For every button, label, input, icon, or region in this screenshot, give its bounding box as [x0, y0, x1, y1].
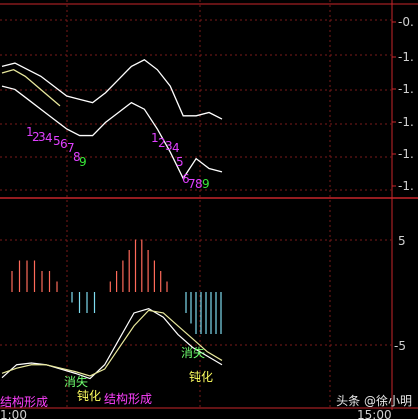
sequence-count-label: 9	[79, 155, 87, 169]
y-tick-label: -1.	[398, 179, 414, 193]
divergence-chart: -0.-1.-1.-1.-1.-1.123 4 5 6 7891 2 3 4567 8 9 5-5…	[0, 0, 418, 419]
annotation-label: 消失	[64, 374, 88, 389]
annotation-label: 结构形成	[104, 391, 152, 406]
annotation-label: 结构形成	[0, 394, 48, 409]
macd-line-1	[1, 309, 223, 377]
y-tick-label: -0.	[398, 15, 414, 29]
watermark: 头条 @徐小明	[336, 394, 412, 408]
sequence-count-label: 4	[45, 131, 53, 145]
y-tick-label: -5	[394, 339, 406, 353]
annotation-label: 消失	[181, 345, 205, 360]
annotation-label: 钝化	[189, 370, 213, 384]
x-tick-label: 15:00	[357, 408, 392, 419]
sequence-count-label: 5	[176, 155, 184, 169]
x-tick-label: 1:00	[0, 408, 27, 419]
price-panel: -0.-1.-1.-1.-1.-1.123 4 5 6 7891 2 3 4567 8 9	[1, 15, 414, 193]
annotation-label: 钝化	[77, 389, 101, 403]
y-tick-label: 5	[398, 234, 406, 248]
y-tick-label: -1.	[398, 50, 414, 64]
price-line-0	[1, 59, 223, 120]
y-tick-label: -1.	[398, 82, 414, 96]
y-tick-label: -1.	[398, 115, 414, 129]
macd-line-0	[1, 307, 223, 380]
sequence-count-label: 9	[202, 177, 210, 191]
y-tick-label: -1.	[398, 147, 414, 161]
chart-frame	[0, 0, 418, 410]
sequence-count-label: 4	[172, 141, 180, 155]
